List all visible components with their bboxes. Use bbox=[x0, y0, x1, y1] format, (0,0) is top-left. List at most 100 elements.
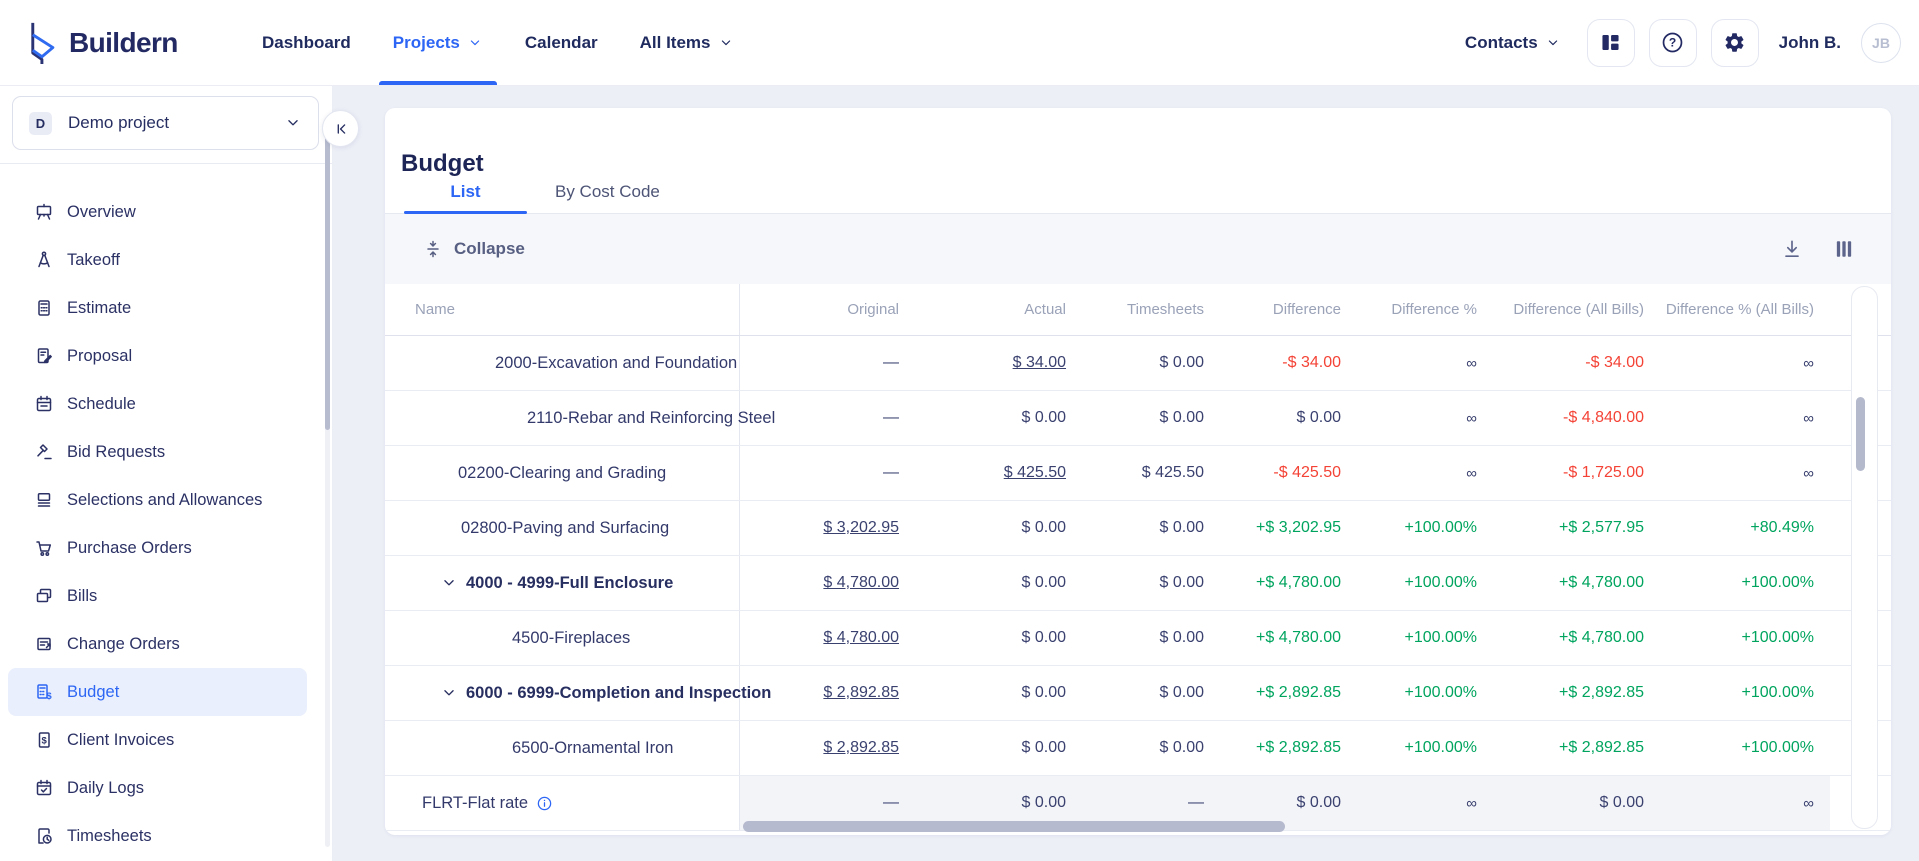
sidebar-item-change-orders[interactable]: Change Orders bbox=[8, 620, 307, 668]
table-cell: ∞ bbox=[1660, 391, 1830, 445]
calendar-check-icon bbox=[34, 778, 54, 798]
row-name-cell: 02800-Paving and Surfacing bbox=[385, 501, 740, 555]
table-row[interactable]: 6000 - 6999-Completion and Inspection $ 2… bbox=[385, 666, 1891, 721]
table-vertical-scrollbar-thumb[interactable] bbox=[1856, 397, 1865, 471]
table-cell: -$ 1,725.00 bbox=[1493, 446, 1660, 500]
nav-item-calendar[interactable]: Calendar bbox=[525, 0, 598, 85]
apps-panel-button[interactable] bbox=[1586, 18, 1635, 67]
sidebar-scrollbar bbox=[325, 130, 330, 847]
sidebar-item-takeoff[interactable]: Takeoff bbox=[8, 236, 307, 284]
project-selector[interactable]: D Demo project bbox=[12, 96, 319, 150]
row-name-cell: 02200-Clearing and Grading bbox=[385, 446, 740, 500]
table-row[interactable]: 4500-Fireplaces $ 4,780.00 $ 0.00 $ 0.00 +$ … bbox=[385, 611, 1891, 666]
table-cell: +100.00% bbox=[1660, 721, 1830, 775]
sidebar-item-client-invoices[interactable]: $ Client Invoices bbox=[8, 716, 307, 764]
table-header-row: Name Original Actual Timesheets Difference Di… bbox=[385, 284, 1891, 336]
nav-item-dashboard[interactable]: Dashboard bbox=[262, 0, 351, 85]
info-icon[interactable] bbox=[536, 795, 553, 812]
table-cell: $ 0.00 bbox=[915, 666, 1082, 720]
sidebar-item-label: Bid Requests bbox=[67, 442, 166, 461]
collapse-rows-label: Collapse bbox=[454, 239, 525, 258]
cell-link[interactable]: $ 4,780.00 bbox=[823, 629, 899, 647]
table-row[interactable]: 02200-Clearing and Grading — $ 425.50 $ 425… bbox=[385, 446, 1891, 501]
cell-value: -$ 1,725.00 bbox=[1563, 464, 1644, 481]
table-horizontal-scrollbar-thumb[interactable] bbox=[743, 821, 1285, 832]
sidebar-item-daily-logs[interactable]: Daily Logs bbox=[8, 764, 307, 812]
cell-value: $ 0.00 bbox=[1021, 684, 1066, 701]
nav-item-all-items[interactable]: All Items bbox=[640, 0, 734, 85]
calculator-icon bbox=[34, 298, 54, 318]
cell-value: -$ 4,840.00 bbox=[1563, 409, 1644, 426]
sidebar-scrollbar-thumb[interactable] bbox=[325, 130, 330, 430]
settings-button[interactable] bbox=[1710, 18, 1759, 67]
cell-link[interactable]: $ 2,892.85 bbox=[823, 684, 899, 702]
budget-table: Name Original Actual Timesheets Difference Di… bbox=[385, 284, 1891, 835]
cell-value: +100.00% bbox=[1404, 684, 1477, 701]
table-cell: ∞ bbox=[1357, 446, 1493, 500]
cell-value: +$ 4,780.00 bbox=[1256, 574, 1341, 591]
table-cell: $ 4,780.00 bbox=[740, 611, 915, 665]
table-cell: -$ 425.50 bbox=[1220, 446, 1357, 500]
cell-link[interactable]: $ 2,892.85 bbox=[823, 739, 899, 757]
sidebar-item-purchase-orders[interactable]: Purchase Orders bbox=[8, 524, 307, 572]
panel-icon bbox=[1599, 31, 1622, 54]
table-cell: $ 0.00 bbox=[1493, 776, 1660, 830]
chevron-down-icon[interactable] bbox=[440, 684, 458, 702]
table-cell: $ 34.00 bbox=[915, 336, 1082, 390]
cell-link[interactable]: $ 4,780.00 bbox=[823, 574, 899, 592]
cell-value: $ 0.00 bbox=[1021, 409, 1066, 426]
compass-icon bbox=[34, 250, 54, 270]
table-row[interactable]: 02800-Paving and Surfacing $ 3,202.95 $ 0.… bbox=[385, 501, 1891, 556]
sidebar-item-estimate[interactable]: Estimate bbox=[8, 284, 307, 332]
calendar-icon bbox=[34, 394, 54, 414]
cell-value: $ 0.00 bbox=[1159, 574, 1204, 591]
chevron-down-icon[interactable] bbox=[440, 574, 458, 592]
cell-value: +$ 2,892.85 bbox=[1256, 684, 1341, 701]
tab-list[interactable]: List bbox=[404, 170, 527, 214]
collapse-rows-button[interactable]: Collapse bbox=[423, 239, 525, 259]
cell-link[interactable]: $ 425.50 bbox=[1004, 464, 1066, 482]
table-cell: +100.00% bbox=[1660, 666, 1830, 720]
cell-value: — bbox=[883, 354, 899, 371]
cell-link[interactable]: $ 34.00 bbox=[1013, 354, 1066, 372]
table-row[interactable]: 4000 - 4999-Full Enclosure $ 4,780.00 $ 0.… bbox=[385, 556, 1891, 611]
collapse-sidebar-button[interactable] bbox=[322, 110, 359, 147]
sidebar-item-bid-requests[interactable]: Bid Requests bbox=[8, 428, 307, 476]
nav-item-projects[interactable]: Projects bbox=[378, 0, 497, 85]
sidebar-item-budget[interactable]: $ Budget bbox=[8, 668, 307, 716]
help-button[interactable]: ? bbox=[1648, 18, 1697, 67]
download-icon[interactable] bbox=[1781, 238, 1803, 260]
sidebar-item-proposal[interactable]: Proposal bbox=[8, 332, 307, 380]
table-cell: +80.49% bbox=[1660, 501, 1830, 555]
table-row[interactable]: 6500-Ornamental Iron $ 2,892.85 $ 0.00 $ 0.… bbox=[385, 721, 1891, 776]
table-cell: +$ 4,780.00 bbox=[1493, 611, 1660, 665]
table-cell: $ 425.50 bbox=[1082, 446, 1220, 500]
avatar[interactable]: JB bbox=[1861, 22, 1901, 63]
table-cell: $ 0.00 bbox=[1082, 721, 1220, 775]
table-cell: $ 3,202.95 bbox=[740, 501, 915, 555]
table-cell: — bbox=[740, 336, 915, 390]
sidebar-item-overview[interactable]: Overview bbox=[8, 188, 307, 236]
nav-item-label: Calendar bbox=[524, 32, 598, 52]
cell-value: $ 0.00 bbox=[1296, 794, 1341, 811]
brand-logo[interactable]: Buildern bbox=[20, 19, 246, 67]
sidebar-item-schedule[interactable]: Schedule bbox=[8, 380, 307, 428]
sidebar-item-timesheets[interactable]: Timesheets bbox=[8, 812, 307, 860]
table-row[interactable]: 2110-Rebar and Reinforcing Steel — $ 0.00 $… bbox=[385, 391, 1891, 446]
table-cell: +100.00% bbox=[1357, 666, 1493, 720]
row-name: 02800-Paving and Surfacing bbox=[461, 518, 670, 537]
table-row[interactable]: 2000-Excavation and Foundation — $ 34.00 $ … bbox=[385, 336, 1891, 391]
budget-icon: $ bbox=[34, 682, 54, 702]
row-name-cell: 2000-Excavation and Foundation bbox=[385, 336, 740, 390]
tabs: List By Cost Code bbox=[385, 170, 1891, 214]
sidebar-item-bills[interactable]: Bills bbox=[8, 572, 307, 620]
columns-icon[interactable] bbox=[1833, 238, 1855, 260]
cell-value: — bbox=[883, 794, 899, 811]
sidebar-item-label: Timesheets bbox=[67, 826, 152, 845]
nav-item-contacts[interactable]: Contacts bbox=[1465, 33, 1561, 53]
sidebar-item-selections-and-allowances[interactable]: Selections and Allowances bbox=[8, 476, 307, 524]
tab-by-cost-code[interactable]: By Cost Code bbox=[527, 170, 688, 213]
cell-value: $ 0.00 bbox=[1021, 794, 1066, 811]
cell-value: +$ 2,577.95 bbox=[1559, 519, 1644, 536]
cell-link[interactable]: $ 3,202.95 bbox=[823, 519, 899, 537]
